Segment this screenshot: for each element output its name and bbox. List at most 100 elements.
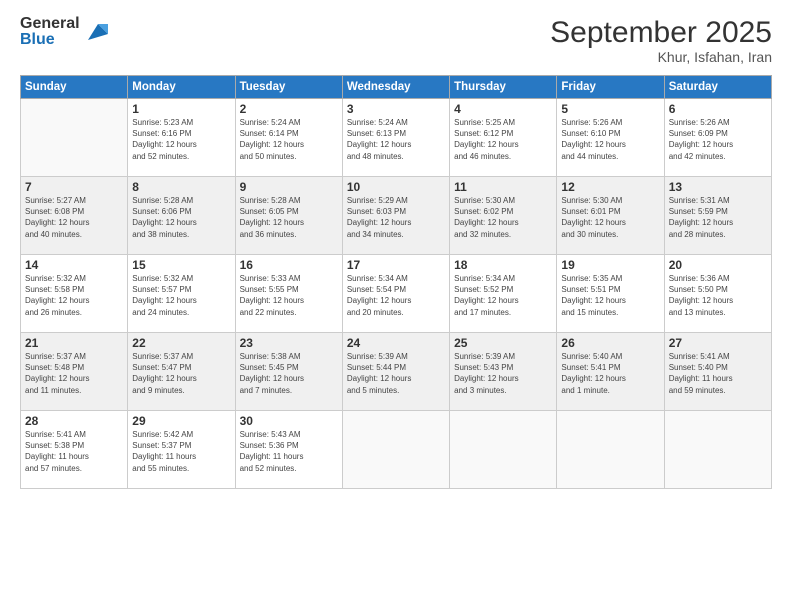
- cell-info: Sunrise: 5:27 AM Sunset: 6:08 PM Dayligh…: [25, 195, 123, 240]
- day-number: 21: [25, 336, 123, 350]
- table-row: 28Sunrise: 5:41 AM Sunset: 5:38 PM Dayli…: [21, 411, 128, 489]
- location: Khur, Isfahan, Iran: [550, 49, 772, 65]
- page: General Blue September 2025 Khur, Isfaha…: [0, 0, 792, 612]
- calendar-week-row: 1Sunrise: 5:23 AM Sunset: 6:16 PM Daylig…: [21, 99, 772, 177]
- table-row: 21Sunrise: 5:37 AM Sunset: 5:48 PM Dayli…: [21, 333, 128, 411]
- cell-info: Sunrise: 5:41 AM Sunset: 5:40 PM Dayligh…: [669, 351, 767, 396]
- cell-info: Sunrise: 5:33 AM Sunset: 5:55 PM Dayligh…: [240, 273, 338, 318]
- table-row: 13Sunrise: 5:31 AM Sunset: 5:59 PM Dayli…: [664, 177, 771, 255]
- day-number: 9: [240, 180, 338, 194]
- day-number: 14: [25, 258, 123, 272]
- cell-info: Sunrise: 5:28 AM Sunset: 6:06 PM Dayligh…: [132, 195, 230, 240]
- day-number: 2: [240, 102, 338, 116]
- header: General Blue September 2025 Khur, Isfaha…: [20, 16, 772, 65]
- cell-info: Sunrise: 5:36 AM Sunset: 5:50 PM Dayligh…: [669, 273, 767, 318]
- day-number: 6: [669, 102, 767, 116]
- table-row: 14Sunrise: 5:32 AM Sunset: 5:58 PM Dayli…: [21, 255, 128, 333]
- cell-info: Sunrise: 5:28 AM Sunset: 6:05 PM Dayligh…: [240, 195, 338, 240]
- table-row: 24Sunrise: 5:39 AM Sunset: 5:44 PM Dayli…: [342, 333, 449, 411]
- day-number: 16: [240, 258, 338, 272]
- calendar-week-row: 7Sunrise: 5:27 AM Sunset: 6:08 PM Daylig…: [21, 177, 772, 255]
- th-thursday: Thursday: [450, 76, 557, 99]
- table-row: 3Sunrise: 5:24 AM Sunset: 6:13 PM Daylig…: [342, 99, 449, 177]
- cell-info: Sunrise: 5:24 AM Sunset: 6:13 PM Dayligh…: [347, 117, 445, 162]
- table-row: 22Sunrise: 5:37 AM Sunset: 5:47 PM Dayli…: [128, 333, 235, 411]
- cell-info: Sunrise: 5:37 AM Sunset: 5:48 PM Dayligh…: [25, 351, 123, 396]
- cell-info: Sunrise: 5:37 AM Sunset: 5:47 PM Dayligh…: [132, 351, 230, 396]
- day-number: 30: [240, 414, 338, 428]
- cell-info: Sunrise: 5:39 AM Sunset: 5:44 PM Dayligh…: [347, 351, 445, 396]
- table-row: 19Sunrise: 5:35 AM Sunset: 5:51 PM Dayli…: [557, 255, 664, 333]
- day-number: 7: [25, 180, 123, 194]
- day-number: 1: [132, 102, 230, 116]
- table-row: 8Sunrise: 5:28 AM Sunset: 6:06 PM Daylig…: [128, 177, 235, 255]
- day-number: 19: [561, 258, 659, 272]
- cell-info: Sunrise: 5:26 AM Sunset: 6:09 PM Dayligh…: [669, 117, 767, 162]
- calendar-week-row: 28Sunrise: 5:41 AM Sunset: 5:38 PM Dayli…: [21, 411, 772, 489]
- logo-blue: Blue: [20, 32, 80, 48]
- day-number: 10: [347, 180, 445, 194]
- day-number: 12: [561, 180, 659, 194]
- cell-info: Sunrise: 5:32 AM Sunset: 5:58 PM Dayligh…: [25, 273, 123, 318]
- table-row: 30Sunrise: 5:43 AM Sunset: 5:36 PM Dayli…: [235, 411, 342, 489]
- cell-info: Sunrise: 5:23 AM Sunset: 6:16 PM Dayligh…: [132, 117, 230, 162]
- table-row: 15Sunrise: 5:32 AM Sunset: 5:57 PM Dayli…: [128, 255, 235, 333]
- day-number: 27: [669, 336, 767, 350]
- table-row: 7Sunrise: 5:27 AM Sunset: 6:08 PM Daylig…: [21, 177, 128, 255]
- day-number: 22: [132, 336, 230, 350]
- day-number: 3: [347, 102, 445, 116]
- logo: General Blue: [20, 16, 108, 48]
- th-monday: Monday: [128, 76, 235, 99]
- table-row: 12Sunrise: 5:30 AM Sunset: 6:01 PM Dayli…: [557, 177, 664, 255]
- table-row: 18Sunrise: 5:34 AM Sunset: 5:52 PM Dayli…: [450, 255, 557, 333]
- cell-info: Sunrise: 5:24 AM Sunset: 6:14 PM Dayligh…: [240, 117, 338, 162]
- th-wednesday: Wednesday: [342, 76, 449, 99]
- table-row: 26Sunrise: 5:40 AM Sunset: 5:41 PM Dayli…: [557, 333, 664, 411]
- table-row: 1Sunrise: 5:23 AM Sunset: 6:16 PM Daylig…: [128, 99, 235, 177]
- table-row: 29Sunrise: 5:42 AM Sunset: 5:37 PM Dayli…: [128, 411, 235, 489]
- table-row: [21, 99, 128, 177]
- day-number: 5: [561, 102, 659, 116]
- calendar-week-row: 14Sunrise: 5:32 AM Sunset: 5:58 PM Dayli…: [21, 255, 772, 333]
- cell-info: Sunrise: 5:42 AM Sunset: 5:37 PM Dayligh…: [132, 429, 230, 474]
- table-row: [450, 411, 557, 489]
- day-number: 8: [132, 180, 230, 194]
- logo-general: General: [20, 16, 80, 32]
- cell-info: Sunrise: 5:30 AM Sunset: 6:02 PM Dayligh…: [454, 195, 552, 240]
- day-number: 23: [240, 336, 338, 350]
- day-number: 13: [669, 180, 767, 194]
- table-row: 5Sunrise: 5:26 AM Sunset: 6:10 PM Daylig…: [557, 99, 664, 177]
- table-row: 11Sunrise: 5:30 AM Sunset: 6:02 PM Dayli…: [450, 177, 557, 255]
- cell-info: Sunrise: 5:29 AM Sunset: 6:03 PM Dayligh…: [347, 195, 445, 240]
- th-friday: Friday: [557, 76, 664, 99]
- table-row: 2Sunrise: 5:24 AM Sunset: 6:14 PM Daylig…: [235, 99, 342, 177]
- table-row: [557, 411, 664, 489]
- day-number: 4: [454, 102, 552, 116]
- cell-info: Sunrise: 5:35 AM Sunset: 5:51 PM Dayligh…: [561, 273, 659, 318]
- cell-info: Sunrise: 5:34 AM Sunset: 5:54 PM Dayligh…: [347, 273, 445, 318]
- cell-info: Sunrise: 5:30 AM Sunset: 6:01 PM Dayligh…: [561, 195, 659, 240]
- month-title: September 2025: [550, 16, 772, 49]
- table-row: 23Sunrise: 5:38 AM Sunset: 5:45 PM Dayli…: [235, 333, 342, 411]
- title-area: September 2025 Khur, Isfahan, Iran: [550, 16, 772, 65]
- cell-info: Sunrise: 5:43 AM Sunset: 5:36 PM Dayligh…: [240, 429, 338, 474]
- day-number: 29: [132, 414, 230, 428]
- weekday-header-row: Sunday Monday Tuesday Wednesday Thursday…: [21, 76, 772, 99]
- calendar-table: Sunday Monday Tuesday Wednesday Thursday…: [20, 75, 772, 489]
- cell-info: Sunrise: 5:39 AM Sunset: 5:43 PM Dayligh…: [454, 351, 552, 396]
- logo-text: General Blue: [20, 16, 80, 48]
- day-number: 11: [454, 180, 552, 194]
- table-row: 16Sunrise: 5:33 AM Sunset: 5:55 PM Dayli…: [235, 255, 342, 333]
- table-row: [342, 411, 449, 489]
- table-row: 27Sunrise: 5:41 AM Sunset: 5:40 PM Dayli…: [664, 333, 771, 411]
- logo-icon: [84, 20, 108, 44]
- th-sunday: Sunday: [21, 76, 128, 99]
- cell-info: Sunrise: 5:40 AM Sunset: 5:41 PM Dayligh…: [561, 351, 659, 396]
- th-tuesday: Tuesday: [235, 76, 342, 99]
- cell-info: Sunrise: 5:41 AM Sunset: 5:38 PM Dayligh…: [25, 429, 123, 474]
- cell-info: Sunrise: 5:38 AM Sunset: 5:45 PM Dayligh…: [240, 351, 338, 396]
- cell-info: Sunrise: 5:26 AM Sunset: 6:10 PM Dayligh…: [561, 117, 659, 162]
- day-number: 26: [561, 336, 659, 350]
- cell-info: Sunrise: 5:31 AM Sunset: 5:59 PM Dayligh…: [669, 195, 767, 240]
- table-row: 6Sunrise: 5:26 AM Sunset: 6:09 PM Daylig…: [664, 99, 771, 177]
